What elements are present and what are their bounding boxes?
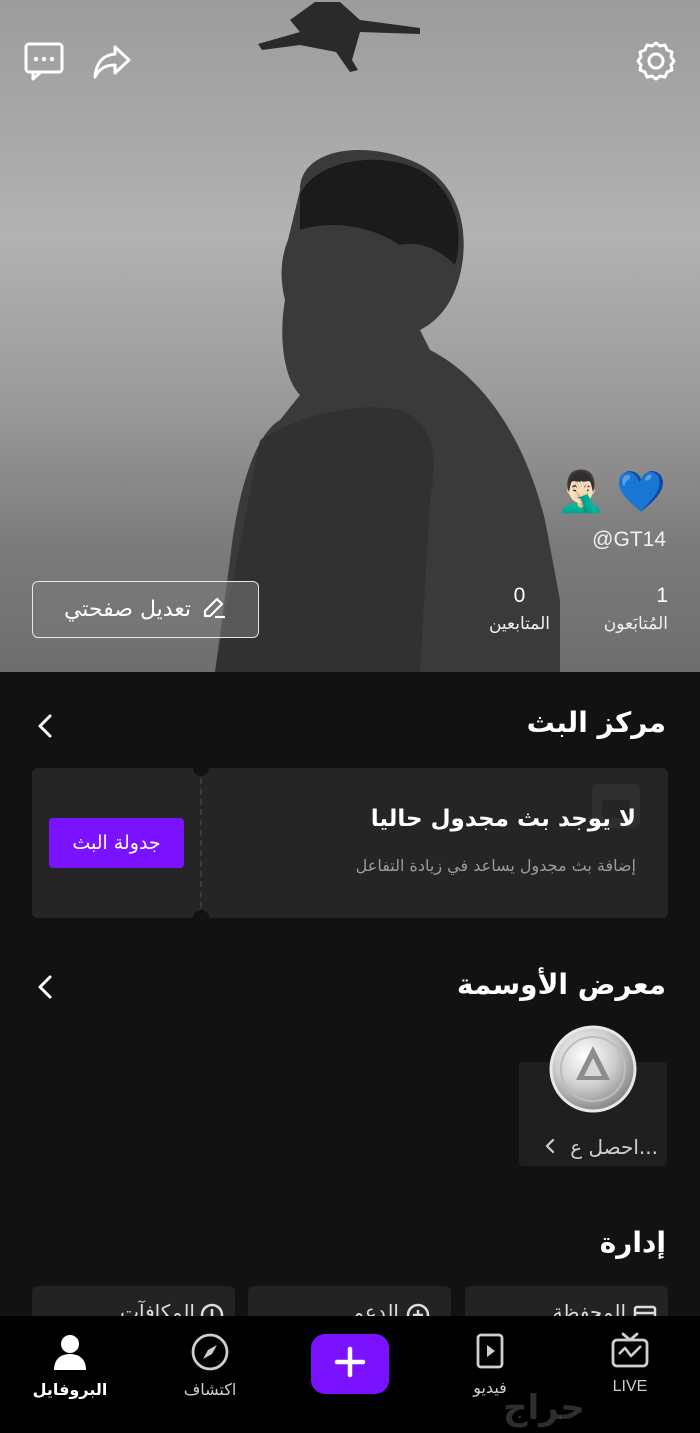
chevron-left-icon[interactable] (30, 971, 62, 1003)
profile-icon (51, 1335, 89, 1376)
nav-profile-label: البروفايل (32, 1380, 108, 1399)
followers-count: 0 (513, 584, 526, 607)
edit-profile-button[interactable]: تعديل صفحتي (32, 581, 259, 638)
username-handle: @GT14 (592, 528, 666, 551)
haraj-watermark: حراج (503, 1388, 585, 1428)
create-plus-button[interactable] (311, 1334, 389, 1394)
message-icon[interactable] (20, 37, 68, 85)
live-center-title: مركز البث (526, 706, 666, 739)
followers-stat[interactable]: 0 المتابعين (489, 584, 550, 634)
nav-explore[interactable]: اكتشاف (160, 1332, 260, 1399)
following-stat[interactable]: 1 المُتابَعون (604, 584, 668, 634)
nav-explore-label: اكتشاف (183, 1380, 237, 1399)
no-scheduled-live-subtitle: إضافة بث مجدول يساعد في زيادة التفاعل (355, 856, 636, 875)
nav-profile[interactable]: البروفايل (20, 1332, 120, 1399)
card-divider (200, 768, 202, 918)
compass-icon (190, 1333, 230, 1376)
badge-chevron-left-icon (544, 1135, 556, 1159)
cover-photo (215, 2, 560, 672)
edit-profile-label: تعديل صفحتي (63, 597, 192, 622)
pencil-icon (201, 594, 227, 626)
share-icon[interactable] (88, 37, 136, 85)
airplane-silhouette (258, 2, 420, 72)
live-schedule-card: لا يوجد بث مجدول حاليا إضافة بث مجدول يس… (32, 768, 668, 918)
live-tv-icon (610, 1332, 650, 1374)
no-scheduled-live-title: لا يوجد بث مجدول حاليا (370, 806, 636, 832)
badges-gallery-title: معرض الأوسمة (456, 968, 666, 1001)
face-palm-emoji: 🤦🏻‍♂️ (556, 469, 607, 515)
haraj-watermark-text: حراج (503, 1388, 585, 1428)
nav-live[interactable]: LIVE (580, 1332, 680, 1396)
followers-label: المتابعين (488, 614, 550, 634)
video-icon (474, 1333, 506, 1374)
following-label: المُتابَعون (603, 614, 668, 634)
blue-heart-emoji: 💙 (616, 469, 666, 515)
card-notch (193, 910, 209, 918)
profile-cover: 🤦🏻‍♂️ 💙 @GT14 1 المُتابَعون 0 المتابعين … (0, 0, 700, 672)
gear-icon[interactable] (632, 37, 680, 85)
badge-get-label: احصل ع... (570, 1135, 658, 1159)
badge-get-link[interactable]: احصل ع... (528, 1135, 658, 1159)
chevron-left-icon[interactable] (30, 710, 62, 742)
schedule-live-button[interactable]: جدولة البث (49, 818, 184, 868)
silver-badge-icon (549, 1025, 637, 1113)
following-count: 1 (656, 584, 668, 607)
nav-live-label: LIVE (612, 1378, 648, 1395)
profile-emojis: 🤦🏻‍♂️ 💙 (556, 468, 666, 516)
plus-icon (333, 1345, 367, 1383)
management-title: إدارة (599, 1226, 666, 1259)
card-notch (193, 768, 209, 776)
